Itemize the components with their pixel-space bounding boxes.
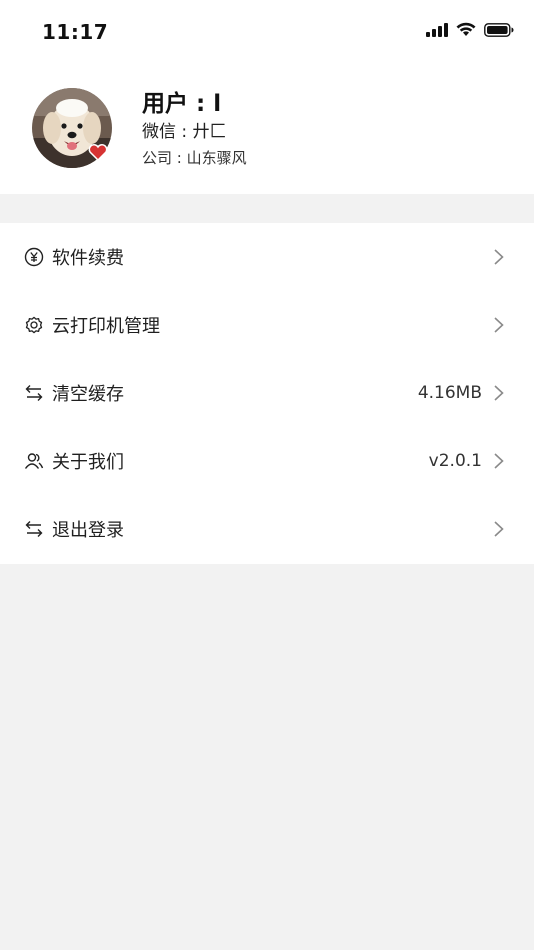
user-wechat: 微信 : 廾匚 bbox=[142, 122, 227, 142]
menu-item-logout[interactable]: 退出登录 bbox=[0, 495, 534, 563]
cache-size-value: 4.16MB bbox=[417, 383, 482, 403]
settings-menu: 软件续费 云打印机管理 清空缓存 4.16MB 关于我们 v2.0.1 退出登录 bbox=[0, 223, 534, 564]
gear-icon bbox=[24, 315, 44, 335]
chevron-right-icon bbox=[492, 520, 506, 538]
chevron-right-icon bbox=[492, 384, 506, 402]
user-name: 用户 : l bbox=[142, 91, 222, 117]
chevron-right-icon bbox=[492, 452, 506, 470]
menu-label: 退出登录 bbox=[52, 520, 124, 541]
status-time: 11:17 bbox=[42, 20, 109, 44]
profile-card[interactable]: 用户 : l 微信 : 廾匚 公司 : 山东骤风 bbox=[0, 64, 534, 194]
version-value: v2.0.1 bbox=[428, 451, 482, 471]
menu-item-software-renewal[interactable]: 软件续费 bbox=[0, 223, 534, 291]
avatar[interactable] bbox=[32, 88, 112, 168]
user-company: 公司 : 山东骤风 bbox=[142, 149, 247, 167]
status-bar: 11:17 bbox=[0, 0, 534, 64]
menu-label: 云打印机管理 bbox=[52, 316, 160, 337]
chevron-right-icon bbox=[492, 248, 506, 266]
menu-item-cloud-printer[interactable]: 云打印机管理 bbox=[0, 291, 534, 359]
battery-icon bbox=[484, 22, 514, 41]
menu-label: 清空缓存 bbox=[52, 384, 124, 405]
dog-avatar-icon bbox=[32, 88, 112, 168]
yen-circle-icon bbox=[24, 247, 44, 267]
menu-label: 关于我们 bbox=[52, 452, 124, 473]
menu-item-clear-cache[interactable]: 清空缓存 4.16MB bbox=[0, 359, 534, 427]
menu-label: 软件续费 bbox=[52, 248, 124, 269]
wifi-icon bbox=[456, 22, 476, 41]
users-icon bbox=[24, 451, 44, 471]
menu-item-about-us[interactable]: 关于我们 v2.0.1 bbox=[0, 427, 534, 495]
status-icons bbox=[426, 22, 514, 41]
cellular-signal-icon bbox=[426, 22, 448, 41]
swap-arrows-icon bbox=[24, 519, 44, 539]
swap-arrows-icon bbox=[24, 383, 44, 403]
chevron-right-icon bbox=[492, 316, 506, 334]
